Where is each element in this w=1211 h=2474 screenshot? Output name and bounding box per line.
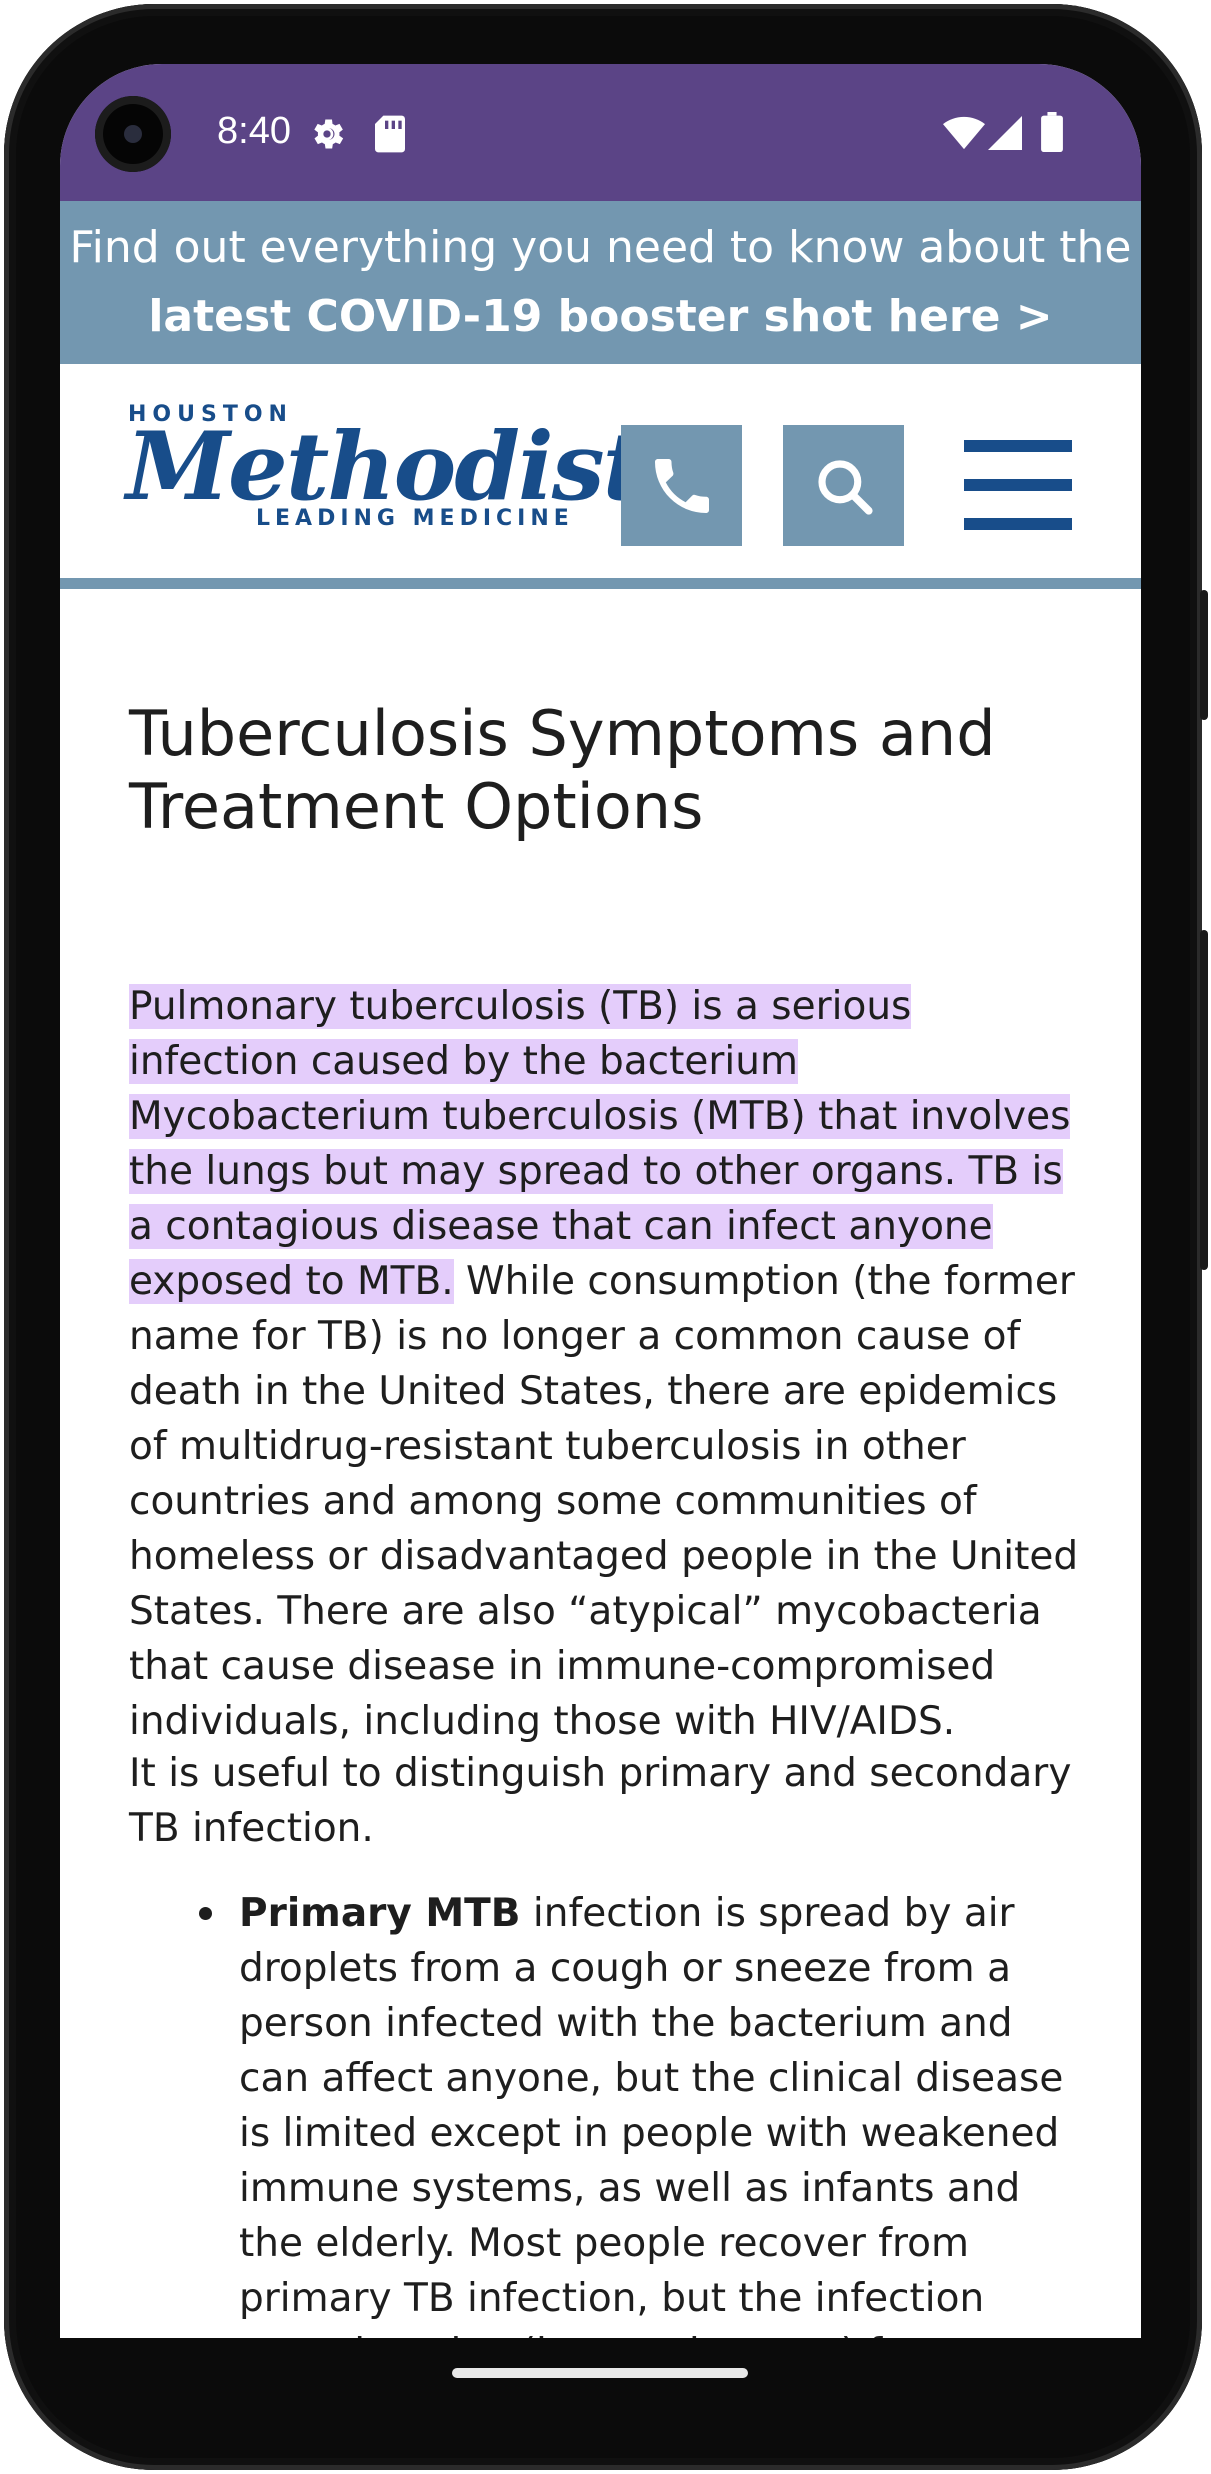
covid-booster-banner[interactable]: Find out everything you need to know abo… <box>60 201 1141 364</box>
wifi-icon <box>943 116 985 150</box>
status-bar: 8:40 <box>60 64 1141 201</box>
page-title: Tuberculosis Symptoms and Treatment Opti… <box>129 697 996 843</box>
tb-types-list: Primary MTB infection is spread by air d… <box>129 1886 1089 2338</box>
front-camera <box>95 96 171 172</box>
banner-text: Find out everything you need to know abo… <box>69 222 1132 273</box>
menu-icon <box>964 440 1072 452</box>
list-item-term: Primary MTB <box>239 1891 521 1936</box>
menu-button[interactable] <box>964 440 1072 530</box>
list-item-text: infection is spread by air droplets from… <box>239 1891 1064 2338</box>
phone-icon <box>654 458 709 513</box>
battery-icon <box>1041 112 1063 152</box>
cell-signal-icon <box>988 116 1022 150</box>
power-button <box>1200 590 1208 720</box>
intro-text: While consumption (the former name for T… <box>129 1259 1079 1744</box>
volume-button <box>1200 930 1208 1270</box>
settings-gear-icon <box>314 119 344 149</box>
header-divider <box>60 578 1141 589</box>
home-gesture-bar[interactable] <box>452 2368 748 2378</box>
menu-icon-bar <box>964 518 1072 530</box>
phone-button[interactable] <box>621 425 742 546</box>
search-icon <box>817 459 873 515</box>
menu-icon-bar <box>964 479 1072 491</box>
search-button[interactable] <box>783 425 904 546</box>
intro-paragraph: Pulmonary tuberculosis (TB) is a serious… <box>129 979 1079 1749</box>
status-time: 8:40 <box>217 110 291 152</box>
list-item: Primary MTB infection is spread by air d… <box>129 1886 1089 2338</box>
highlighted-text[interactable]: Pulmonary tuberculosis (TB) is a serious… <box>129 984 1071 1304</box>
banner-link[interactable]: latest COVID-19 booster shot here > <box>148 291 1052 342</box>
paragraph-primary-secondary: It is useful to distinguish primary and … <box>129 1751 1072 1851</box>
houston-methodist-logo[interactable]: HOUSTON Methodist LEADING MEDICINE <box>126 402 646 542</box>
screen: 8:40 Find out everything you need to kno… <box>60 64 1141 2338</box>
navigation-bar <box>0 2338 1211 2474</box>
sd-card-icon <box>375 115 405 153</box>
logo-leading-medicine: LEADING MEDICINE <box>256 506 574 531</box>
